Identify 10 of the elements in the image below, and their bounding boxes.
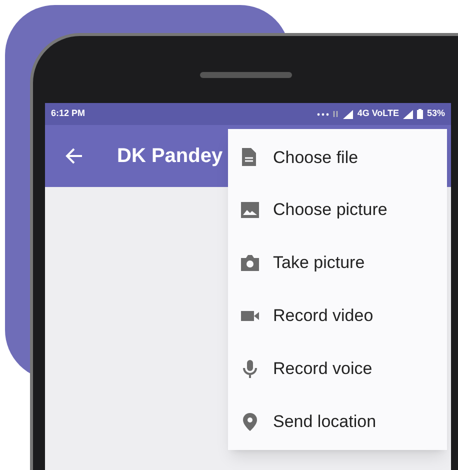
status-time: 6:12 PM: [51, 107, 86, 120]
chat-title: DK Pandey: [117, 144, 223, 169]
menu-item[interactable]: Choose picture: [228, 190, 447, 230]
battery-percent: 53%: [426, 107, 445, 120]
menu-item[interactable]: Record voice: [228, 348, 447, 389]
network-label: 4G VoLTE: [357, 107, 399, 120]
menu-item[interactable]: Take picture: [228, 243, 447, 284]
menu-item[interactable]: Record video: [228, 296, 447, 336]
menu-item[interactable]: Send location: [228, 402, 447, 442]
menu-item[interactable]: Choose file: [228, 137, 447, 178]
